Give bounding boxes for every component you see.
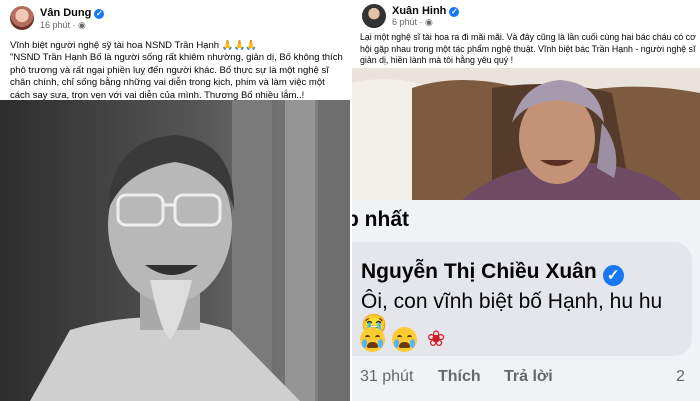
emoji-row: ❀ xyxy=(360,326,445,352)
post-author[interactable]: Xuân Hinh ✓ xyxy=(392,5,460,17)
comment-author-name[interactable]: Nguyễn Thị Chiều Xuân xyxy=(361,260,597,283)
portrait-photo xyxy=(0,100,350,401)
left-post: Vân Dung ✓ 16 phút · ◉ Vĩnh biệt người ng… xyxy=(0,0,352,401)
rose-emoji: ❀ xyxy=(426,326,446,351)
crying-face-emoji xyxy=(360,326,385,352)
reply-button[interactable]: Trả lời xyxy=(504,368,553,386)
author-avatar[interactable] xyxy=(10,6,34,30)
reaction-count[interactable]: 2 xyxy=(676,368,685,386)
verified-icon: ✓ xyxy=(449,7,460,17)
time-text[interactable]: 16 phút xyxy=(40,20,70,30)
time-text[interactable]: 6 phút xyxy=(392,17,417,27)
globe-icon: ◉ xyxy=(78,20,86,30)
post-body: Lại một nghệ sĩ tài hoa ra đi mãi mãi. V… xyxy=(360,32,696,65)
comment-time[interactable]: 31 phút xyxy=(360,368,413,386)
crying-face-emoji xyxy=(392,326,418,352)
comment-author[interactable]: Nguyễn Thị Chiều Xuân ✓ xyxy=(361,260,624,286)
post-headline: Vĩnh biệt người nghệ sỹ tài hoa NSND Trầ… xyxy=(10,40,258,51)
post-body: "NSND Trần Hạnh Bố là người sống rất khi… xyxy=(10,52,343,101)
verified-icon: ✓ xyxy=(602,265,624,286)
post-photo[interactable] xyxy=(0,100,350,401)
like-button[interactable]: Thích xyxy=(438,368,481,386)
globe-icon: ◉ xyxy=(425,17,433,27)
author-avatar[interactable] xyxy=(362,4,386,28)
author-name[interactable]: Vân Dung xyxy=(40,7,91,19)
comment-section: p nhất Nguyễn Thị Chiều Xuân ✓ Ôi, con vĩ… xyxy=(352,200,700,401)
panel-divider xyxy=(350,0,352,401)
author-name[interactable]: Xuân Hinh xyxy=(392,5,446,17)
post-photo[interactable] xyxy=(352,68,700,200)
movie-still-photo xyxy=(352,68,700,200)
sort-label[interactable]: p nhất xyxy=(352,208,409,232)
post-author[interactable]: Vân Dung ✓ xyxy=(40,7,105,19)
post-time[interactable]: 6 phút · ◉ xyxy=(392,17,433,28)
verified-icon: ✓ xyxy=(94,9,105,19)
post-time[interactable]: 16 phút · ◉ xyxy=(40,20,86,31)
